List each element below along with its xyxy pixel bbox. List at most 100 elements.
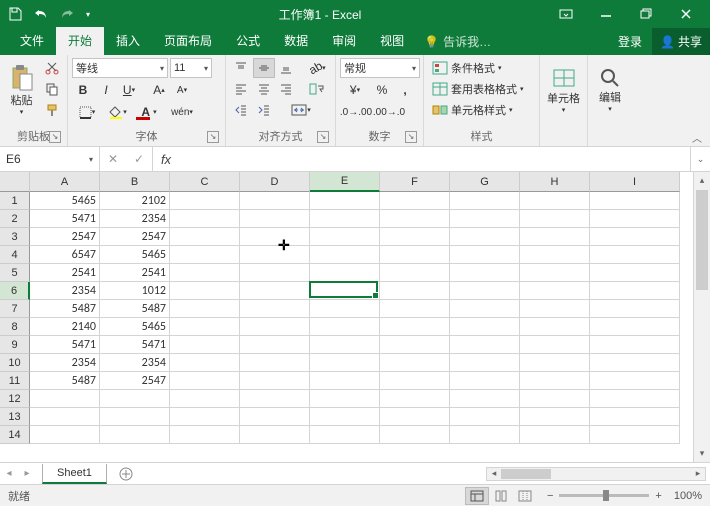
cell[interactable]	[310, 228, 380, 246]
hscroll-thumb[interactable]	[501, 469, 551, 479]
col-header-D[interactable]: D	[240, 172, 310, 192]
cell[interactable]	[170, 210, 240, 228]
cell[interactable]: 2354	[30, 354, 100, 372]
cell[interactable]	[310, 336, 380, 354]
cell[interactable]	[380, 282, 450, 300]
col-header-A[interactable]: A	[30, 172, 100, 192]
cell[interactable]	[520, 300, 590, 318]
cell[interactable]	[170, 408, 240, 426]
col-header-F[interactable]: F	[380, 172, 450, 192]
number-dialog-icon[interactable]: ↘	[405, 131, 417, 143]
font-size-combo[interactable]: 11▾	[170, 58, 212, 78]
cut-icon[interactable]	[41, 58, 63, 78]
cell[interactable]	[310, 372, 380, 390]
cell[interactable]	[240, 228, 310, 246]
cell[interactable]	[520, 282, 590, 300]
row-header-4[interactable]: 4	[0, 246, 30, 264]
tab-review[interactable]: 审阅	[320, 27, 368, 55]
new-sheet-icon[interactable]	[115, 465, 137, 483]
row-header-14[interactable]: 14	[0, 426, 30, 444]
cell[interactable]	[450, 426, 520, 444]
cell[interactable]	[170, 426, 240, 444]
cancel-formula-icon[interactable]: ✕	[100, 152, 126, 166]
cell[interactable]	[380, 336, 450, 354]
font-color-icon[interactable]: A▾	[134, 102, 164, 122]
cell[interactable]	[170, 228, 240, 246]
sheet-nav-next-icon[interactable]: ▸	[18, 468, 36, 479]
cell[interactable]	[590, 408, 680, 426]
collapse-ribbon-icon[interactable]: ︿	[688, 130, 706, 144]
zoom-slider[interactable]	[559, 494, 649, 497]
format-table-button[interactable]: 套用表格格式▾	[428, 79, 535, 99]
cell[interactable]	[520, 318, 590, 336]
sheet-nav-prev-icon[interactable]: ◂	[0, 468, 18, 479]
col-header-G[interactable]: G	[450, 172, 520, 192]
cell[interactable]	[310, 354, 380, 372]
cell[interactable]	[520, 426, 590, 444]
cell[interactable]	[240, 408, 310, 426]
row-header-12[interactable]: 12	[0, 390, 30, 408]
view-normal-icon[interactable]	[465, 487, 489, 505]
cell[interactable]	[310, 282, 380, 300]
increase-font-icon[interactable]: A▴	[148, 80, 170, 100]
cell[interactable]	[170, 300, 240, 318]
cell[interactable]	[240, 210, 310, 228]
view-page-break-icon[interactable]	[513, 487, 537, 505]
cell[interactable]	[590, 300, 680, 318]
cell[interactable]	[170, 372, 240, 390]
cell[interactable]	[590, 210, 680, 228]
cells-button[interactable]: 单元格▾	[544, 58, 583, 122]
zoom-in-icon[interactable]: +	[655, 490, 661, 502]
cell[interactable]	[450, 300, 520, 318]
cell[interactable]: 2354	[100, 354, 170, 372]
cell[interactable]	[240, 282, 310, 300]
cell[interactable]	[590, 282, 680, 300]
cell[interactable]	[310, 264, 380, 282]
cell[interactable]	[100, 426, 170, 444]
clipboard-dialog-icon[interactable]: ↘	[49, 131, 61, 143]
horizontal-scrollbar[interactable]: ◂ ▸	[486, 467, 706, 481]
row-header-8[interactable]: 8	[0, 318, 30, 336]
ribbon-options-icon[interactable]	[546, 0, 586, 28]
cell[interactable]	[310, 408, 380, 426]
cell[interactable]	[380, 372, 450, 390]
cell[interactable]	[520, 390, 590, 408]
cell[interactable]	[310, 426, 380, 444]
login-button[interactable]: 登录	[608, 28, 652, 55]
cell[interactable]: 5487	[30, 372, 100, 390]
cell[interactable]	[170, 246, 240, 264]
cell[interactable]	[240, 372, 310, 390]
cell[interactable]	[450, 282, 520, 300]
copy-icon[interactable]	[41, 79, 63, 99]
increase-indent-icon[interactable]	[253, 100, 275, 120]
tab-formulas[interactable]: 公式	[224, 27, 272, 55]
cell[interactable]: 5471	[30, 210, 100, 228]
orientation-icon[interactable]: ab▾	[303, 58, 331, 78]
tab-home[interactable]: 开始	[56, 27, 104, 55]
row-header-6[interactable]: 6	[0, 282, 30, 300]
cell[interactable]	[450, 354, 520, 372]
align-top-icon[interactable]	[230, 58, 252, 78]
cell[interactable]	[520, 354, 590, 372]
expand-formula-bar-icon[interactable]: ⌄	[690, 147, 710, 171]
tab-file[interactable]: 文件	[8, 27, 56, 55]
cell[interactable]: 2354	[30, 282, 100, 300]
cell[interactable]	[170, 336, 240, 354]
cell[interactable]	[520, 408, 590, 426]
align-right-icon[interactable]	[276, 79, 298, 99]
cell[interactable]	[520, 228, 590, 246]
cell[interactable]	[310, 246, 380, 264]
cell[interactable]: 5471	[100, 336, 170, 354]
comma-icon[interactable]: ,	[394, 80, 416, 100]
decrease-font-icon[interactable]: A▾	[171, 80, 193, 100]
cell[interactable]	[310, 300, 380, 318]
cell[interactable]: 5465	[30, 192, 100, 210]
redo-icon[interactable]	[56, 3, 78, 25]
zoom-level[interactable]: 100%	[674, 490, 702, 502]
row-header-10[interactable]: 10	[0, 354, 30, 372]
decrease-decimal-icon[interactable]: .00→.0	[373, 102, 405, 122]
col-header-E[interactable]: E	[310, 172, 380, 192]
qat-customize-icon[interactable]: ▾	[82, 3, 94, 25]
cell[interactable]	[520, 192, 590, 210]
vertical-scrollbar[interactable]: ▴ ▾	[693, 172, 710, 462]
